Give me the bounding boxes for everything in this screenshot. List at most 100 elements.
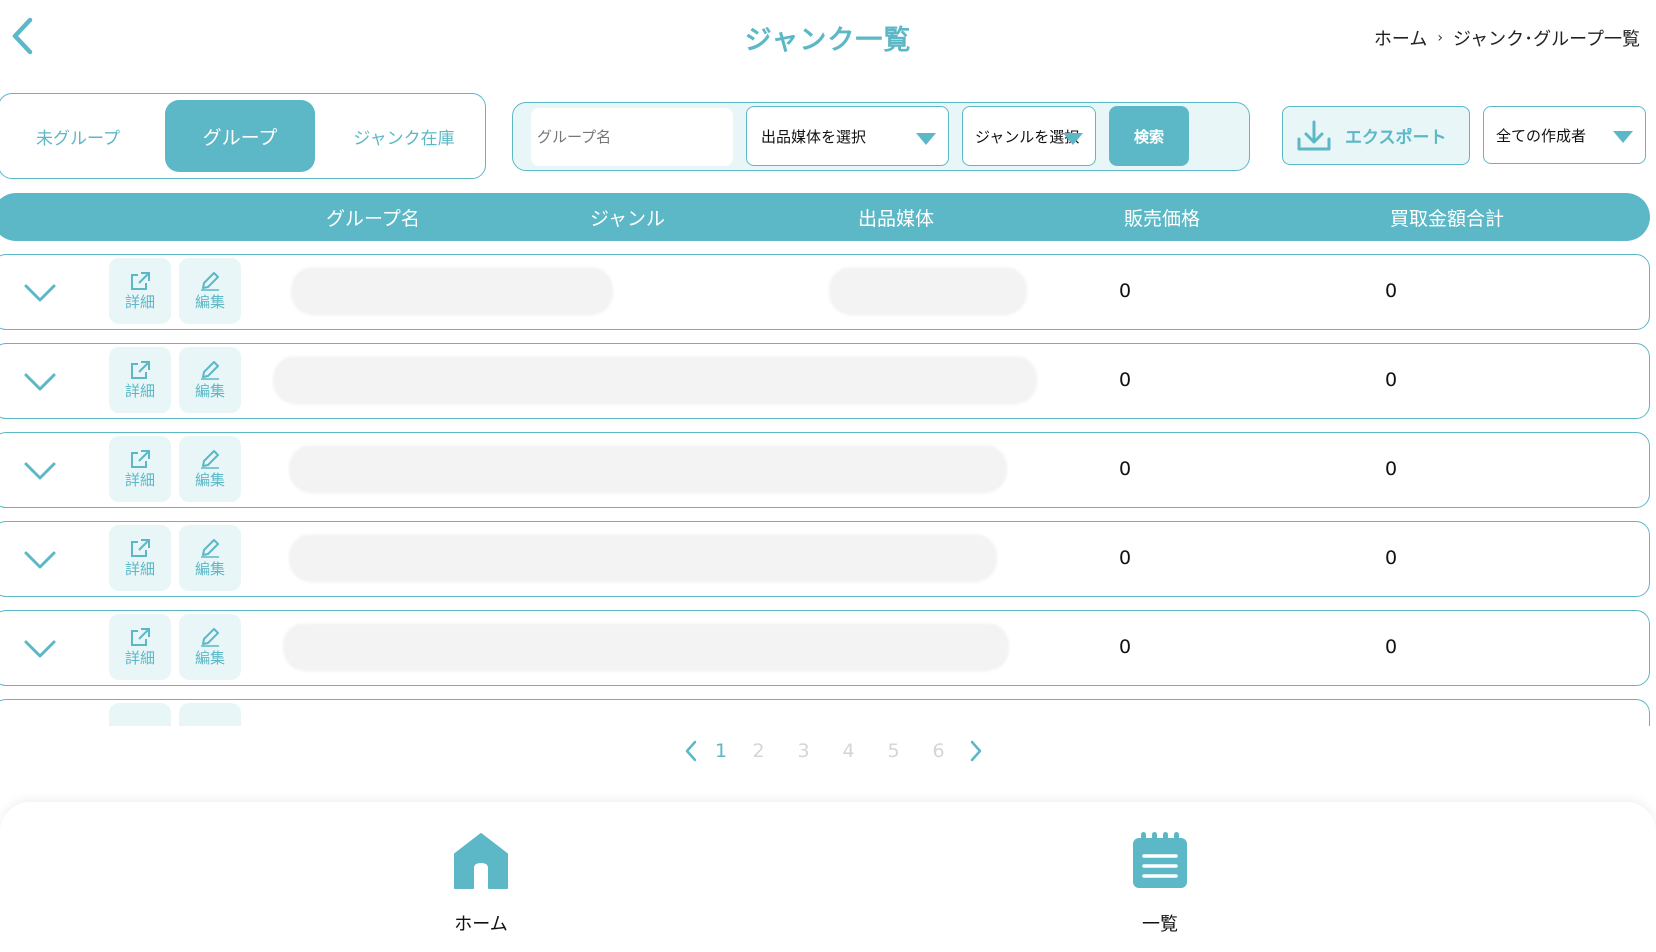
table-row: 詳細 編集 0 0 <box>0 432 1650 508</box>
tab-ungrouped[interactable]: 未グループ <box>0 100 157 172</box>
detail-button[interactable]: 詳細 <box>109 258 171 324</box>
caret-down-icon <box>1613 131 1633 143</box>
detail-label: 詳細 <box>124 648 155 667</box>
breadcrumb-home[interactable]: ホーム <box>1374 25 1427 51</box>
edit-label: 編集 <box>194 470 225 489</box>
export-button[interactable]: エクスポート <box>1282 106 1470 165</box>
page-1[interactable]: 1 <box>706 740 736 762</box>
detail-button[interactable]: 詳細 <box>109 614 171 680</box>
edit-button[interactable]: 編集 <box>179 525 241 591</box>
external-link-icon <box>131 538 150 557</box>
media-select[interactable]: 出品媒体を選択 <box>746 106 949 166</box>
redacted-row-content <box>273 356 1037 404</box>
column-header-purchase-total: 買取金額合計 <box>1390 208 1505 230</box>
genre-select[interactable]: ジャンルを選択 <box>962 106 1096 166</box>
edit-button[interactable]: 編集 <box>179 436 241 502</box>
detail-label: 詳細 <box>124 470 155 489</box>
column-header-group-name: グループ名 <box>326 208 420 230</box>
bottom-nav: ホーム 一覧 <box>0 802 1656 952</box>
home-icon <box>454 833 508 889</box>
detail-button[interactable]: 詳細 <box>109 436 171 502</box>
purchase-total-value: 0 <box>1385 547 1398 569</box>
pencil-icon <box>201 360 219 380</box>
price-value: 0 <box>1119 280 1132 302</box>
group-name-input[interactable] <box>531 108 733 166</box>
external-link-icon <box>131 449 150 468</box>
export-label: エクスポート <box>1345 128 1447 148</box>
table-row <box>0 699 1650 726</box>
table-body: 詳細 編集 0 0 詳細 編集 0 0 詳細 編集 0 0 詳細 編集 0 0 … <box>0 254 1650 726</box>
nav-home[interactable]: ホーム <box>421 832 541 936</box>
nav-list[interactable]: 一覧 <box>1100 832 1220 936</box>
column-header-genre: ジャンル <box>590 208 666 230</box>
redacted-row-content <box>289 445 1007 493</box>
external-link-icon <box>131 271 150 290</box>
edit-button[interactable]: 編集 <box>179 614 241 680</box>
purchase-total-value: 0 <box>1385 280 1398 302</box>
search-button[interactable]: 検索 <box>1109 106 1189 166</box>
page-6[interactable]: 6 <box>916 740 961 762</box>
prev-page-button[interactable] <box>676 736 706 766</box>
pencil-icon <box>201 627 219 647</box>
media-select-label: 出品媒体を選択 <box>761 127 867 146</box>
edit-label: 編集 <box>194 559 225 578</box>
detail-label: 詳細 <box>124 292 155 311</box>
chevron-left-icon <box>685 740 697 762</box>
group-tabs: 未グループ グループ ジャンク在庫 <box>0 93 486 179</box>
column-header-price: 販売価格 <box>1124 208 1201 230</box>
expand-chevron-icon[interactable] <box>23 282 57 304</box>
page-4[interactable]: 4 <box>826 740 871 762</box>
download-icon <box>1297 120 1331 150</box>
detail-button[interactable]: 詳細 <box>109 525 171 591</box>
creator-select[interactable]: 全ての作成者 <box>1483 106 1646 164</box>
detail-button[interactable]: 詳細 <box>109 347 171 413</box>
search-panel: 出品媒体を選択 ジャンルを選択 検索 <box>512 102 1250 171</box>
edit-button[interactable] <box>179 703 241 726</box>
next-page-button[interactable] <box>961 736 991 766</box>
detail-button[interactable] <box>109 703 171 726</box>
redacted-media <box>829 267 1027 315</box>
external-link-icon <box>131 627 150 646</box>
table-row: 詳細 編集 0 0 <box>0 254 1650 330</box>
detail-label: 詳細 <box>124 381 155 400</box>
purchase-total-value: 0 <box>1385 369 1398 391</box>
external-link-icon <box>131 360 150 379</box>
pencil-icon <box>201 271 219 291</box>
edit-button[interactable]: 編集 <box>179 347 241 413</box>
expand-chevron-icon[interactable] <box>23 638 57 660</box>
table-row: 詳細 編集 0 0 <box>0 521 1650 597</box>
pagination: 1 2 3 4 5 6 <box>676 736 991 766</box>
expand-chevron-icon[interactable] <box>23 460 57 482</box>
page-5[interactable]: 5 <box>871 740 916 762</box>
creator-select-label: 全ての作成者 <box>1496 126 1587 145</box>
redacted-row-content <box>283 623 1009 671</box>
nav-list-label: 一覧 <box>1142 914 1178 935</box>
chevron-right-icon <box>970 740 982 762</box>
tab-group[interactable]: グループ <box>165 100 315 172</box>
price-value: 0 <box>1119 458 1132 480</box>
page: ジャンク一覧 ホーム › ジャンク･グループ一覧 未グループ グループ ジャンク… <box>0 0 1656 952</box>
nav-home-label: ホーム <box>454 914 508 935</box>
edit-label: 編集 <box>194 292 225 311</box>
calendar-list-icon <box>1133 832 1187 888</box>
column-header-media: 出品媒体 <box>858 208 935 230</box>
redacted-row-content <box>289 534 997 582</box>
expand-chevron-icon[interactable] <box>23 371 57 393</box>
page-3[interactable]: 3 <box>781 740 826 762</box>
tab-junk-stock[interactable]: ジャンク在庫 <box>329 100 479 172</box>
table-row: 詳細 編集 0 0 <box>0 610 1650 686</box>
pencil-icon <box>201 449 219 469</box>
page-2[interactable]: 2 <box>736 740 781 762</box>
edit-button[interactable]: 編集 <box>179 258 241 324</box>
expand-chevron-icon[interactable] <box>23 549 57 571</box>
purchase-total-value: 0 <box>1385 636 1398 658</box>
caret-down-icon <box>1063 133 1083 145</box>
price-value: 0 <box>1119 547 1132 569</box>
breadcrumb: ホーム › ジャンク･グループ一覧 <box>1374 25 1640 51</box>
redacted-group-name <box>291 267 613 315</box>
detail-label: 詳細 <box>124 559 155 578</box>
edit-label: 編集 <box>194 381 225 400</box>
price-value: 0 <box>1119 636 1132 658</box>
breadcrumb-current: ジャンク･グループ一覧 <box>1452 29 1640 50</box>
caret-down-icon <box>916 133 936 145</box>
